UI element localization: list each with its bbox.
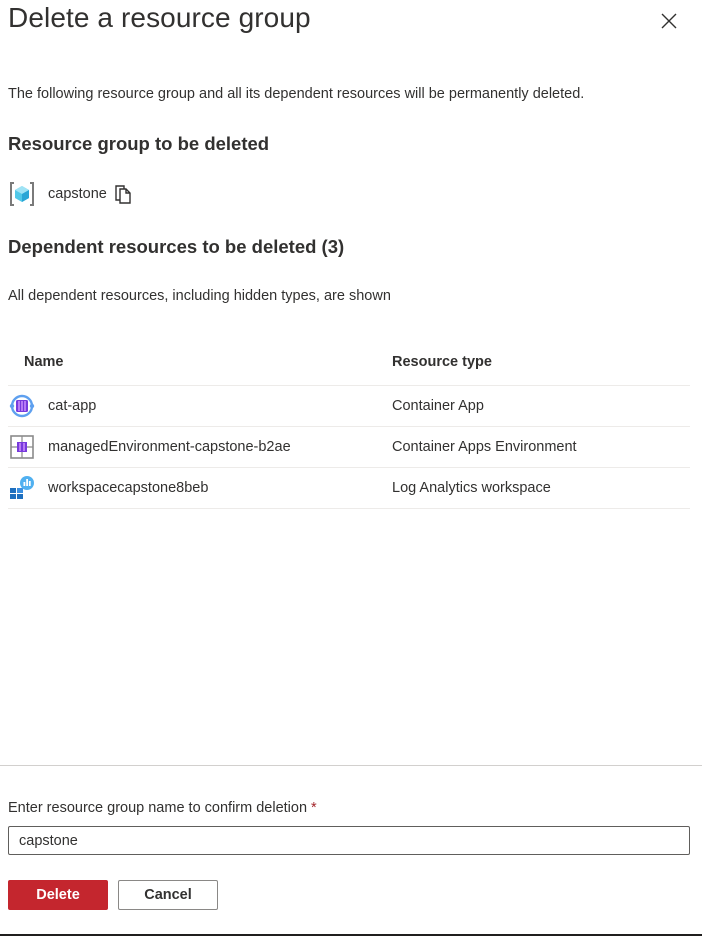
delete-resource-group-panel: Delete a resource group The following re… [0, 0, 702, 936]
column-header-name[interactable]: Name [8, 354, 392, 370]
confirm-name-input[interactable] [8, 826, 690, 855]
container-apps-environment-icon [8, 433, 36, 461]
resource-name: managedEnvironment-capstone-b2ae [48, 439, 291, 455]
column-header-resource-type[interactable]: Resource type [392, 354, 690, 370]
container-app-icon [8, 392, 36, 420]
resource-group-name: capstone [48, 186, 107, 202]
close-button[interactable] [656, 8, 682, 34]
cancel-button[interactable]: Cancel [118, 880, 218, 910]
delete-button[interactable]: Delete [8, 880, 108, 910]
confirm-label: Enter resource group name to confirm del… [8, 800, 317, 816]
dependent-resources-table: Name Resource type cat-app Container App… [8, 338, 690, 509]
resource-type: Container App [392, 398, 484, 414]
copy-icon [115, 185, 131, 204]
log-analytics-workspace-icon [8, 474, 36, 502]
close-icon [661, 13, 677, 29]
table-row[interactable]: workspacecapstone8beb Log Analytics work… [8, 468, 690, 509]
table-row[interactable]: managedEnvironment-capstone-b2ae Contain… [8, 427, 690, 468]
required-mark: * [311, 800, 317, 816]
resource-type: Container Apps Environment [392, 439, 577, 455]
resource-name: cat-app [48, 398, 97, 414]
dialog-title: Delete a resource group [8, 2, 311, 33]
table-header: Name Resource type [8, 338, 690, 386]
dialog-description: The following resource group and all its… [8, 86, 585, 102]
dependent-resources-note: All dependent resources, including hidde… [8, 288, 391, 304]
resource-type: Log Analytics workspace [392, 480, 551, 496]
table-row[interactable]: cat-app Container App [8, 386, 690, 427]
footer-divider [0, 765, 702, 766]
copy-button[interactable] [113, 183, 133, 205]
resource-group-icon [8, 180, 36, 208]
resource-name: workspacecapstone8beb [48, 480, 209, 496]
dependent-resources-heading: Dependent resources to be deleted (3) [8, 236, 345, 257]
resource-group-row: capstone [8, 180, 133, 208]
resource-group-heading: Resource group to be deleted [8, 133, 270, 154]
